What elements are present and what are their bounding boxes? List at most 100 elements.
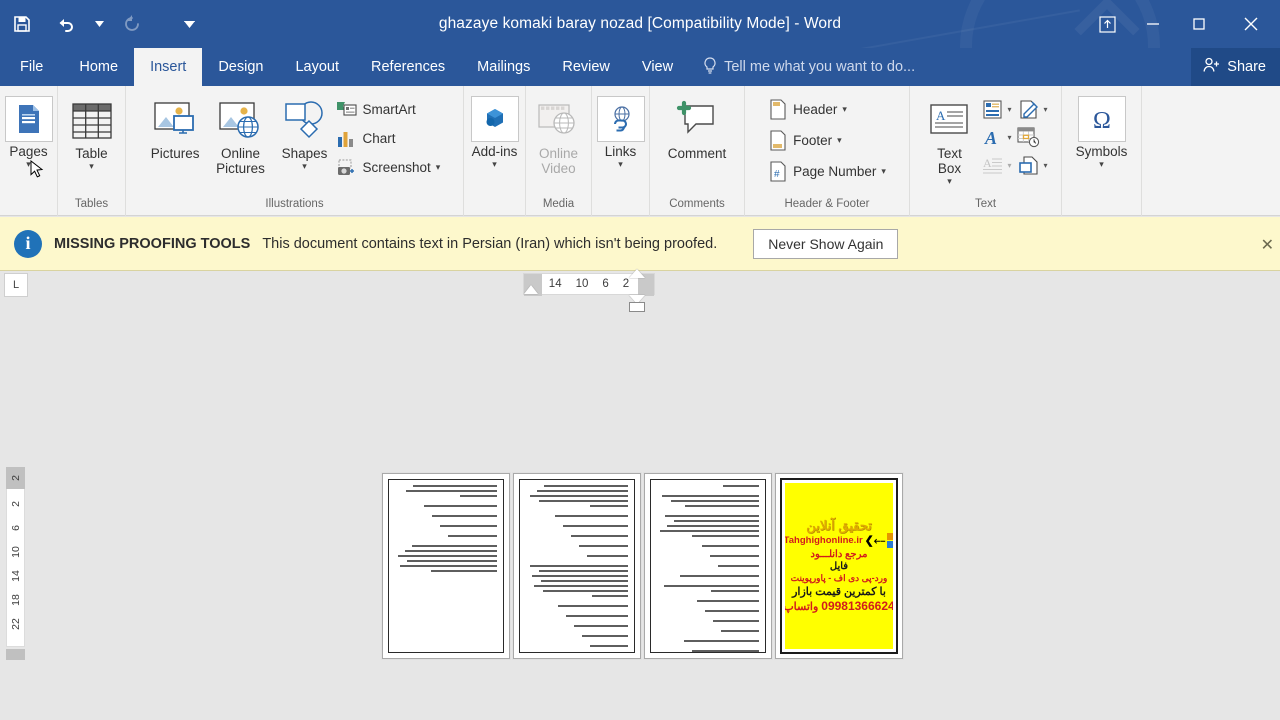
share-button[interactable]: Share xyxy=(1191,48,1280,86)
comment-icon xyxy=(673,96,721,146)
pictures-label: Pictures xyxy=(150,146,200,161)
online-video-label: Online Video xyxy=(538,146,579,177)
chart-button[interactable]: Chart xyxy=(333,124,444,153)
customize-qat-button[interactable] xyxy=(178,4,200,44)
shapes-button[interactable]: Shapes ▾ xyxy=(275,92,333,171)
close-button[interactable] xyxy=(1222,0,1280,48)
chevron-down-icon[interactable]: ▾ xyxy=(842,105,847,114)
comment-button[interactable]: Comment xyxy=(662,92,733,161)
text-line xyxy=(412,545,497,547)
addins-button[interactable]: Add-ins ▾ xyxy=(465,92,525,169)
chevron-down-icon[interactable]: ▾ xyxy=(492,160,497,169)
ribbon-group-addins: Add-ins ▾ xyxy=(464,86,526,216)
chevron-down-icon[interactable]: ▾ xyxy=(1044,105,1048,114)
chevron-down-icon[interactable]: ▾ xyxy=(947,177,952,186)
chevron-down-icon[interactable]: ▾ xyxy=(89,162,94,171)
pages-button[interactable]: Pages ▾ xyxy=(0,92,59,169)
tell-me-box[interactable]: Tell me what you want to do... xyxy=(689,48,925,86)
chevron-down-icon[interactable]: ▾ xyxy=(1007,105,1011,114)
chevron-down-icon[interactable]: ▾ xyxy=(436,163,441,172)
symbols-button[interactable]: Ω Symbols ▾ xyxy=(1066,92,1138,169)
mouse-cursor xyxy=(30,159,44,180)
redo-button[interactable] xyxy=(110,4,154,44)
text-line xyxy=(662,495,759,497)
chevron-down-icon[interactable]: ▾ xyxy=(1044,161,1048,170)
shapes-label: Shapes xyxy=(281,146,328,161)
smartart-button[interactable]: SmartArt xyxy=(333,95,444,124)
text-line xyxy=(543,590,628,592)
page-number-button[interactable]: # Page Number ▾ xyxy=(764,156,890,187)
quick-parts-button[interactable]: ▾ xyxy=(977,95,1013,123)
tab-insert[interactable]: Insert xyxy=(134,48,203,86)
tab-mailings[interactable]: Mailings xyxy=(461,48,546,86)
text-line xyxy=(590,645,628,647)
left-indent-box-marker[interactable] xyxy=(629,302,645,312)
tab-layout[interactable]: Layout xyxy=(279,48,355,86)
page-thumbnail-1[interactable] xyxy=(382,473,510,659)
message-bar: i MISSING PROOFING TOOLS This document c… xyxy=(0,217,1280,271)
tab-references[interactable]: References xyxy=(355,48,461,86)
online-pictures-button[interactable]: Online Pictures xyxy=(205,92,275,176)
chevron-down-icon[interactable]: ▾ xyxy=(302,162,307,171)
screenshot-button[interactable]: Screenshot ▾ xyxy=(333,153,444,182)
table-button[interactable]: Table ▾ xyxy=(64,92,120,171)
chevron-down-icon[interactable]: ▾ xyxy=(837,136,842,145)
tab-review[interactable]: Review xyxy=(546,48,626,86)
restore-button[interactable] xyxy=(1176,0,1222,48)
page-number-icon: # xyxy=(768,161,788,182)
smartart-label: SmartArt xyxy=(362,102,416,117)
drop-cap-button[interactable]: A ▾ xyxy=(977,151,1013,179)
tab-home[interactable]: Home xyxy=(63,48,134,86)
links-button[interactable]: Links ▾ xyxy=(591,92,651,169)
chevron-down-icon[interactable]: ▾ xyxy=(618,160,623,169)
save-button[interactable] xyxy=(0,4,44,44)
undo-dropdown-button[interactable] xyxy=(88,4,110,44)
text-line xyxy=(704,610,759,612)
pictures-button[interactable]: Pictures xyxy=(145,92,206,161)
message-bar-close-icon[interactable]: ✕ xyxy=(1261,235,1274,255)
shapes-icon xyxy=(281,96,327,146)
ad-line-5: ورد-پی دی اف - پاورپوینت xyxy=(790,573,888,584)
object-icon xyxy=(1016,152,1042,178)
first-line-indent-marker[interactable] xyxy=(629,269,645,278)
never-show-again-button[interactable]: Never Show Again xyxy=(753,228,899,259)
minimize-button[interactable] xyxy=(1130,0,1176,48)
ribbon-display-options-button[interactable] xyxy=(1084,0,1130,48)
object-button[interactable]: ▾ xyxy=(1014,151,1050,179)
online-video-button[interactable]: Online Video xyxy=(528,92,590,176)
page-thumbnail-4[interactable]: تحقیق آنلاین Tahghighonline.ir ❮⤌ مرجع د… xyxy=(775,473,903,659)
left-indent-marker[interactable] xyxy=(524,285,538,294)
ad-whatsapp-label: واتساپ xyxy=(785,601,819,614)
header-label: Header xyxy=(793,102,838,117)
table-icon xyxy=(71,96,113,146)
text-line xyxy=(691,650,759,652)
footer-button[interactable]: Footer ▾ xyxy=(764,125,890,156)
text-box-button[interactable]: A Text Box ▾ xyxy=(921,92,977,186)
pages-label: Pages xyxy=(9,144,48,159)
pictures-icon xyxy=(152,96,198,146)
text-line xyxy=(532,575,628,577)
chevron-down-icon[interactable]: ▾ xyxy=(1099,160,1104,169)
tab-view[interactable]: View xyxy=(626,48,689,86)
wordart-button[interactable]: A ▾ xyxy=(977,123,1013,151)
vertical-ruler[interactable]: 2 6 10 14 18 22 xyxy=(6,467,25,647)
chevron-down-icon[interactable]: ▾ xyxy=(1007,161,1011,170)
tab-selector-button[interactable]: L xyxy=(4,273,28,297)
comments-group-label: Comments xyxy=(669,198,725,210)
chevron-down-icon[interactable]: ▾ xyxy=(881,167,886,176)
text-line xyxy=(684,505,759,507)
page-thumbnail-3[interactable] xyxy=(644,473,772,659)
header-button[interactable]: Header ▾ xyxy=(764,94,890,125)
tab-file[interactable]: File xyxy=(0,48,64,86)
tab-design[interactable]: Design xyxy=(202,48,279,86)
text-line xyxy=(448,535,497,537)
text-line xyxy=(407,560,497,562)
footer-label: Footer xyxy=(793,133,833,148)
page-thumbnail-2[interactable] xyxy=(513,473,641,659)
signature-line-button[interactable]: ▾ xyxy=(1014,95,1050,123)
chevron-down-icon[interactable]: ▾ xyxy=(1007,133,1011,142)
addins-icon xyxy=(470,96,519,142)
date-time-button[interactable] xyxy=(1014,123,1044,151)
undo-button[interactable] xyxy=(44,4,88,44)
text-line xyxy=(718,565,759,567)
